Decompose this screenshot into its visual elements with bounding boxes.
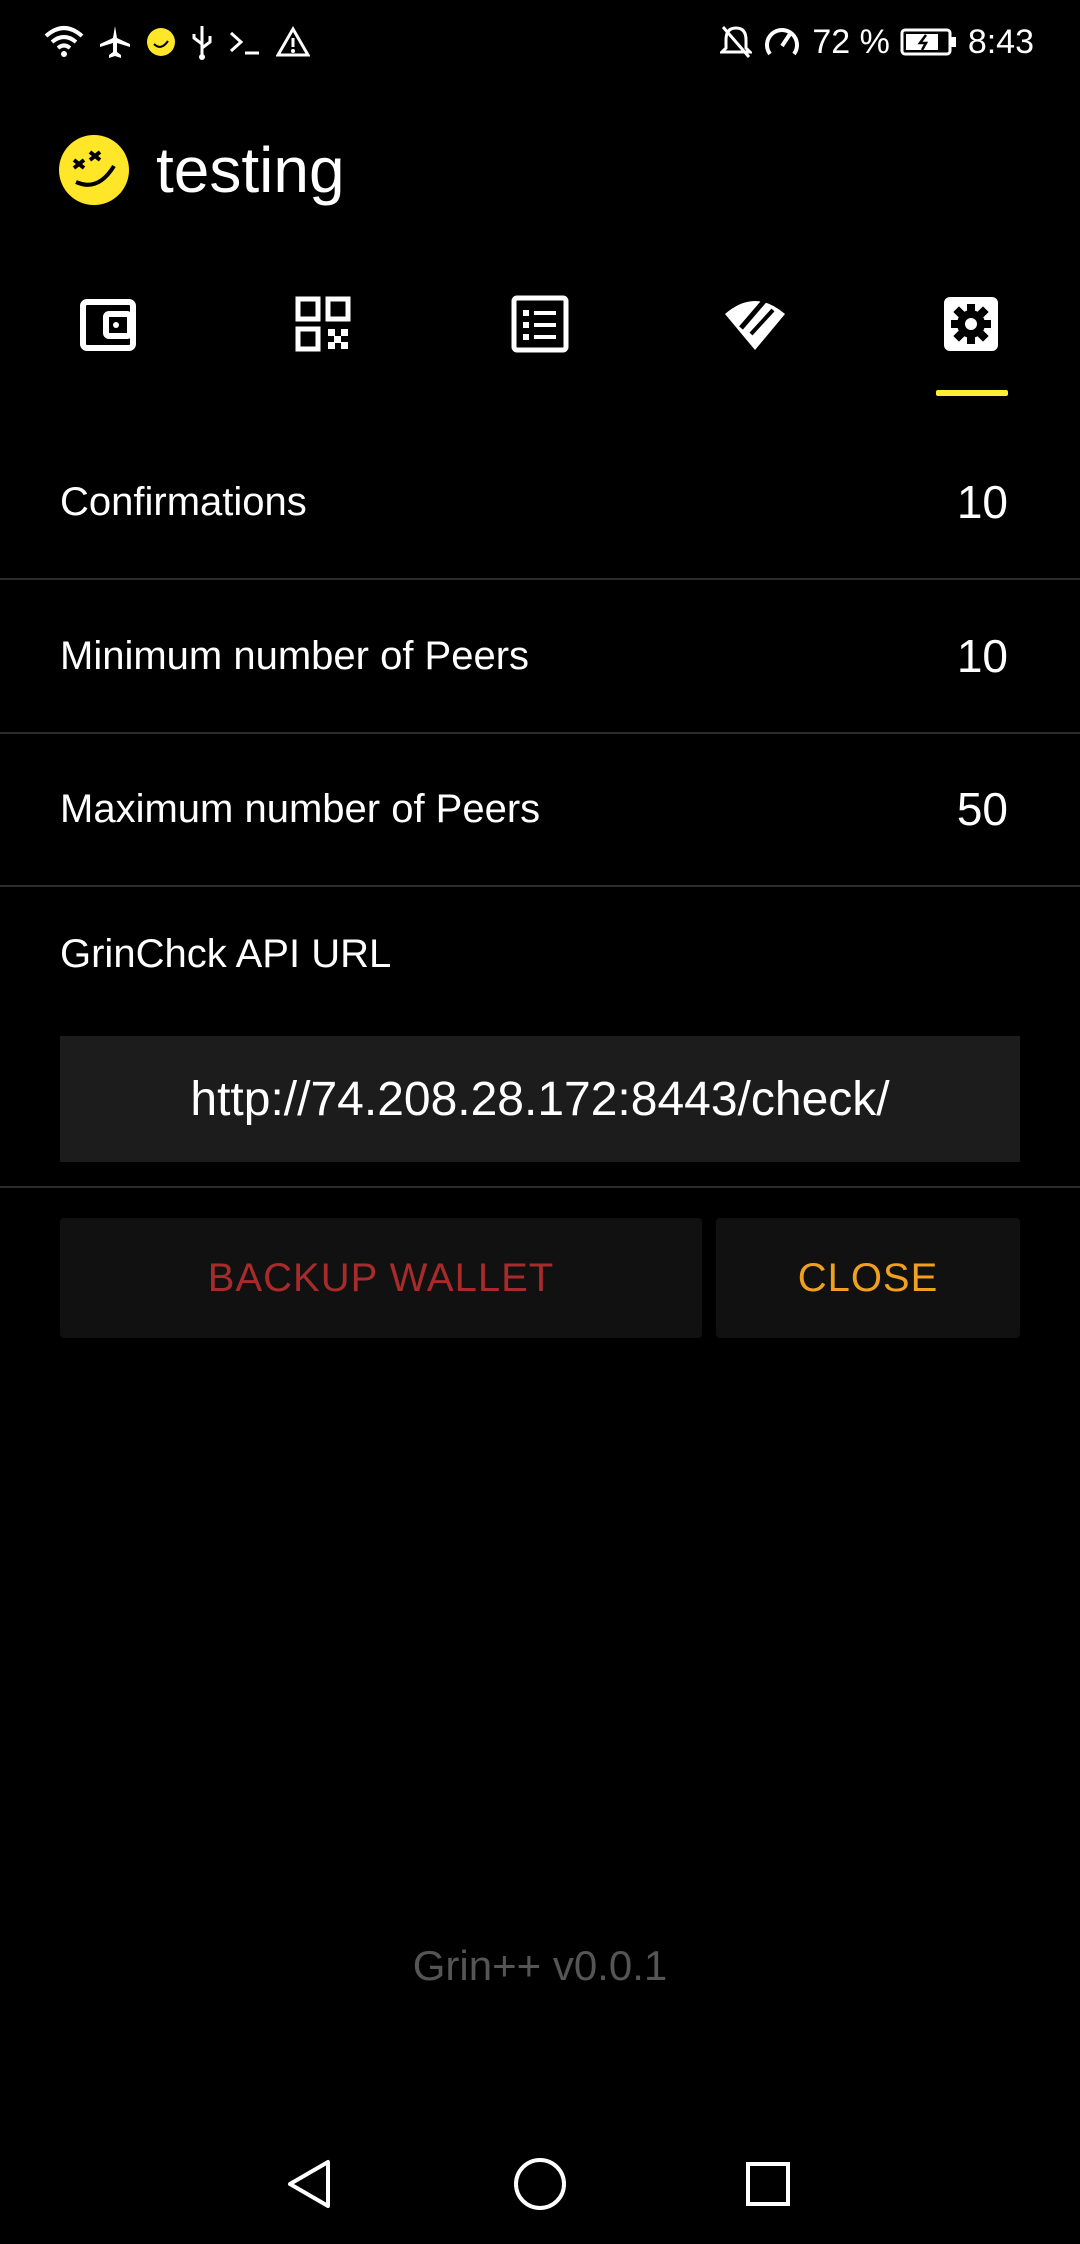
tab-receive[interactable] bbox=[248, 270, 398, 400]
grin-notification-icon bbox=[147, 28, 175, 56]
grin-logo-icon bbox=[59, 135, 129, 205]
status-bar: 72 % 8:43 bbox=[0, 0, 1080, 84]
close-button[interactable]: CLOSE bbox=[716, 1218, 1020, 1338]
app-header: testing bbox=[58, 134, 345, 206]
tab-transactions[interactable] bbox=[465, 270, 615, 400]
nav-back-button[interactable] bbox=[274, 2148, 346, 2220]
tab-wallet[interactable] bbox=[33, 270, 183, 400]
data-saver-icon bbox=[765, 28, 800, 56]
gear-icon bbox=[944, 297, 998, 351]
clock: 8:43 bbox=[967, 22, 1034, 61]
status-left-icons bbox=[44, 22, 310, 62]
wallet-name: testing bbox=[156, 134, 345, 206]
wifi-icon bbox=[44, 26, 84, 57]
min-peers-label: Minimum number of Peers bbox=[60, 634, 530, 678]
max-peers-value[interactable]: 50 bbox=[957, 733, 1008, 885]
list-icon bbox=[511, 295, 569, 353]
max-peers-label: Maximum number of Peers bbox=[60, 787, 541, 831]
api-url-section: GrinChck API URL bbox=[0, 886, 1080, 1188]
airplane-icon bbox=[100, 26, 130, 58]
usb-icon bbox=[192, 26, 212, 60]
active-tab-indicator bbox=[936, 390, 1008, 396]
wallet-icon bbox=[80, 299, 136, 351]
confirmations-value[interactable]: 10 bbox=[957, 426, 1008, 578]
notifications-muted-icon bbox=[720, 26, 753, 58]
app-version: Grin++ v0.0.1 bbox=[412, 1942, 668, 1989]
system-navigation-bar bbox=[0, 2124, 1080, 2244]
min-peers-value[interactable]: 10 bbox=[957, 580, 1008, 732]
battery-percentage: 72 % bbox=[812, 22, 890, 61]
tab-bar bbox=[0, 270, 1080, 400]
home-circle-icon bbox=[514, 2158, 566, 2210]
backup-wallet-button[interactable]: BACKUP WALLET bbox=[60, 1218, 702, 1338]
api-url-input[interactable] bbox=[60, 1036, 1020, 1162]
wifi-status-icon bbox=[725, 298, 785, 350]
api-url-label: GrinChck API URL bbox=[60, 932, 392, 976]
tab-settings[interactable] bbox=[896, 270, 1046, 400]
tab-network[interactable] bbox=[680, 270, 830, 400]
warning-icon bbox=[276, 26, 310, 57]
max-peers-row[interactable]: Maximum number of Peers 50 bbox=[0, 733, 1080, 887]
recents-square-icon bbox=[746, 2162, 790, 2206]
qr-code-icon bbox=[295, 296, 351, 352]
terminal-icon bbox=[229, 31, 259, 55]
status-right-icons: 72 % 8:43 bbox=[720, 22, 1034, 62]
confirmations-row[interactable]: Confirmations 10 bbox=[0, 426, 1080, 580]
back-triangle-icon bbox=[288, 2160, 330, 2208]
battery-charging-icon bbox=[900, 28, 956, 56]
nav-recents-button[interactable] bbox=[732, 2148, 804, 2220]
confirmations-label: Confirmations bbox=[60, 480, 307, 524]
min-peers-row[interactable]: Minimum number of Peers 10 bbox=[0, 580, 1080, 734]
nav-home-button[interactable] bbox=[504, 2148, 576, 2220]
